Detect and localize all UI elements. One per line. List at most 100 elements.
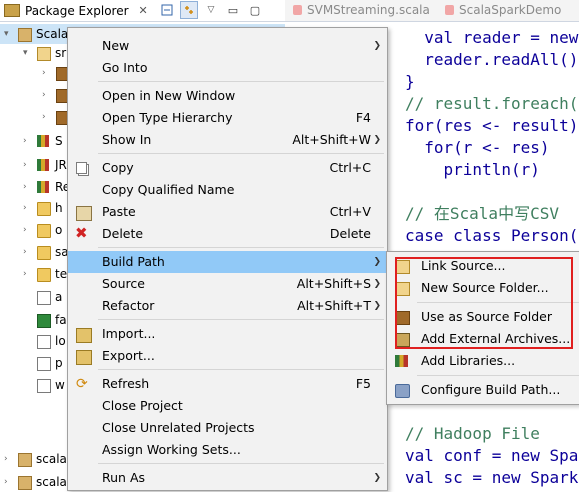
menu-item-import[interactable]: Import...: [68, 323, 387, 345]
collapsed-arrow-icon[interactable]: ›: [42, 85, 52, 105]
menu-item-open-type-hierarchy[interactable]: Open Type Hierarchy F4: [68, 107, 387, 129]
delete-icon: ✖: [75, 224, 88, 242]
menu-item-copy-qualified-name[interactable]: Copy Qualified Name: [68, 179, 387, 201]
menu-item-run-as[interactable]: Run As ❯: [68, 467, 387, 489]
menu-separator: [98, 153, 384, 154]
submenu-item-use-as-source-folder[interactable]: Use as Source Folder: [387, 306, 579, 328]
submenu-arrow-icon: ❯: [373, 279, 381, 289]
menu-item-shortcut: Alt+Shift+S: [296, 276, 371, 291]
collapsed-arrow-icon[interactable]: ›: [23, 177, 33, 197]
submenu-item-new-source-folder[interactable]: New Source Folder...: [387, 277, 579, 299]
menu-item-label: Show In: [102, 132, 152, 147]
menu-item-shortcut: Alt+Shift+W: [292, 132, 371, 147]
menu-item-label: Paste: [102, 204, 136, 219]
menu-item-label: Copy Qualified Name: [102, 182, 235, 197]
expanded-arrow-icon[interactable]: ▾: [23, 43, 33, 63]
menu-item-label: Refresh: [102, 376, 150, 391]
collapsed-arrow-icon[interactable]: ›: [23, 155, 33, 175]
expanded-arrow-icon[interactable]: ▾: [4, 24, 14, 44]
collapsed-arrow-icon[interactable]: ›: [23, 198, 33, 218]
collapsed-arrow-icon[interactable]: ›: [23, 220, 33, 240]
submenu-arrow-icon: ❯: [373, 473, 381, 483]
menu-item-label: Run As: [102, 470, 146, 485]
menu-item-refactor[interactable]: Refactor Alt+Shift+T ❯: [68, 295, 387, 317]
menu-item-build-path[interactable]: Build Path ❯: [68, 251, 387, 273]
folder-icon: [37, 268, 51, 282]
minimize-icon[interactable]: ▭: [224, 1, 242, 19]
menu-item-shortcut: Delete: [329, 226, 371, 241]
submenu-item-add-libraries[interactable]: Add Libraries...: [387, 350, 579, 372]
tree-item-label: w: [55, 378, 65, 392]
collapsed-arrow-icon[interactable]: ›: [4, 449, 14, 469]
menu-item-label: Refactor: [102, 298, 155, 313]
submenu-item-label: Use as Source Folder: [421, 309, 553, 324]
code-line: val sc = new SparkCo: [405, 468, 579, 487]
menu-separator: [417, 375, 579, 376]
package-explorer-title: Package Explorer: [25, 3, 129, 18]
menu-item-label: Delete: [102, 226, 144, 241]
collapsed-arrow-icon[interactable]: ›: [23, 264, 33, 284]
menu-item-go-into[interactable]: Go Into: [68, 57, 387, 79]
editor-tab-label: ScalaSparkDemo: [459, 3, 562, 17]
file-icon: [37, 335, 51, 349]
tree-item-label: S: [55, 134, 63, 148]
submenu-item-configure-build-path[interactable]: Configure Build Path...: [387, 379, 579, 401]
submenu-item-link-source[interactable]: Link Source...: [387, 255, 579, 277]
refresh-icon: ⟳: [76, 376, 88, 392]
copy-icon: [76, 162, 87, 174]
collapsed-arrow-icon[interactable]: ›: [42, 63, 52, 83]
close-icon[interactable]: ✕: [139, 4, 148, 17]
collapsed-arrow-icon[interactable]: ›: [23, 131, 33, 151]
project-icon: [18, 476, 32, 490]
file-icon: [37, 357, 51, 371]
submenu-arrow-icon: ❯: [373, 135, 381, 145]
menu-item-new[interactable]: New ❯: [68, 35, 387, 57]
menu-item-show-in[interactable]: Show In Alt+Shift+W ❯: [68, 129, 387, 151]
context-menu: New ❯ Go Into Open in New Window Open Type H…: [67, 27, 388, 491]
code-line: // Hadoop File: [405, 424, 540, 443]
menu-item-label: Import...: [102, 326, 156, 341]
submenu-arrow-icon: ❯: [373, 257, 381, 267]
menu-separator: [98, 247, 384, 248]
menu-item-label: Assign Working Sets...: [102, 442, 241, 457]
editor-tab-svmstreaming[interactable]: SVMStreaming.scala: [293, 0, 430, 21]
new-source-folder-icon: [395, 282, 410, 296]
menu-item-paste[interactable]: Paste Ctrl+V: [68, 201, 387, 223]
menu-item-open-in-new-window[interactable]: Open in New Window: [68, 85, 387, 107]
menu-item-shortcut: Alt+Shift+T: [297, 298, 371, 313]
submenu-item-label: Add External Archives...: [421, 331, 571, 346]
package-explorer-tabbar: Package Explorer ✕ ▽ ▭ ▢: [0, 0, 285, 22]
menu-item-refresh[interactable]: ⟳ Refresh F5: [68, 373, 387, 395]
menu-item-copy[interactable]: Copy Ctrl+C: [68, 157, 387, 179]
code-line: case class Person(: [405, 226, 579, 245]
menu-item-close-unrelated-projects[interactable]: Close Unrelated Projects: [68, 417, 387, 439]
editor-tab-scalasparkdemo[interactable]: ScalaSparkDemo: [445, 0, 561, 21]
collapsed-arrow-icon[interactable]: ›: [23, 242, 33, 262]
package-explorer-toolbar: ▽ ▭ ▢: [158, 1, 264, 19]
folder-icon: [37, 246, 51, 260]
code-line: // 在Scala中写CSV: [405, 204, 559, 223]
paste-icon: [76, 206, 92, 221]
submenu-item-label: Add Libraries...: [421, 353, 516, 368]
menu-separator: [98, 369, 384, 370]
maximize-icon[interactable]: ▢: [246, 1, 264, 19]
package-explorer-tab[interactable]: Package Explorer ✕: [0, 0, 148, 21]
link-with-editor-icon[interactable]: [180, 1, 198, 19]
submenu-item-add-external-archives[interactable]: Add External Archives...: [387, 328, 579, 350]
collapse-all-icon[interactable]: [158, 1, 176, 19]
menu-item-close-project[interactable]: Close Project: [68, 395, 387, 417]
collapsed-arrow-icon[interactable]: ›: [4, 472, 14, 492]
menu-item-label: Source: [102, 276, 145, 291]
folder-icon: [37, 224, 51, 238]
menu-item-source[interactable]: Source Alt+Shift+S ❯: [68, 273, 387, 295]
menu-item-export[interactable]: Export...: [68, 345, 387, 367]
library-icon: [37, 181, 49, 193]
collapsed-arrow-icon[interactable]: ›: [42, 107, 52, 127]
menu-item-delete[interactable]: ✖ Delete Delete: [68, 223, 387, 245]
file-icon: [37, 291, 51, 305]
tree-item-label: p: [55, 356, 63, 370]
menu-separator: [98, 81, 384, 82]
menu-item-assign-working-sets[interactable]: Assign Working Sets...: [68, 439, 387, 461]
view-menu-icon[interactable]: ▽: [202, 1, 220, 19]
menu-item-label: New: [102, 38, 130, 53]
